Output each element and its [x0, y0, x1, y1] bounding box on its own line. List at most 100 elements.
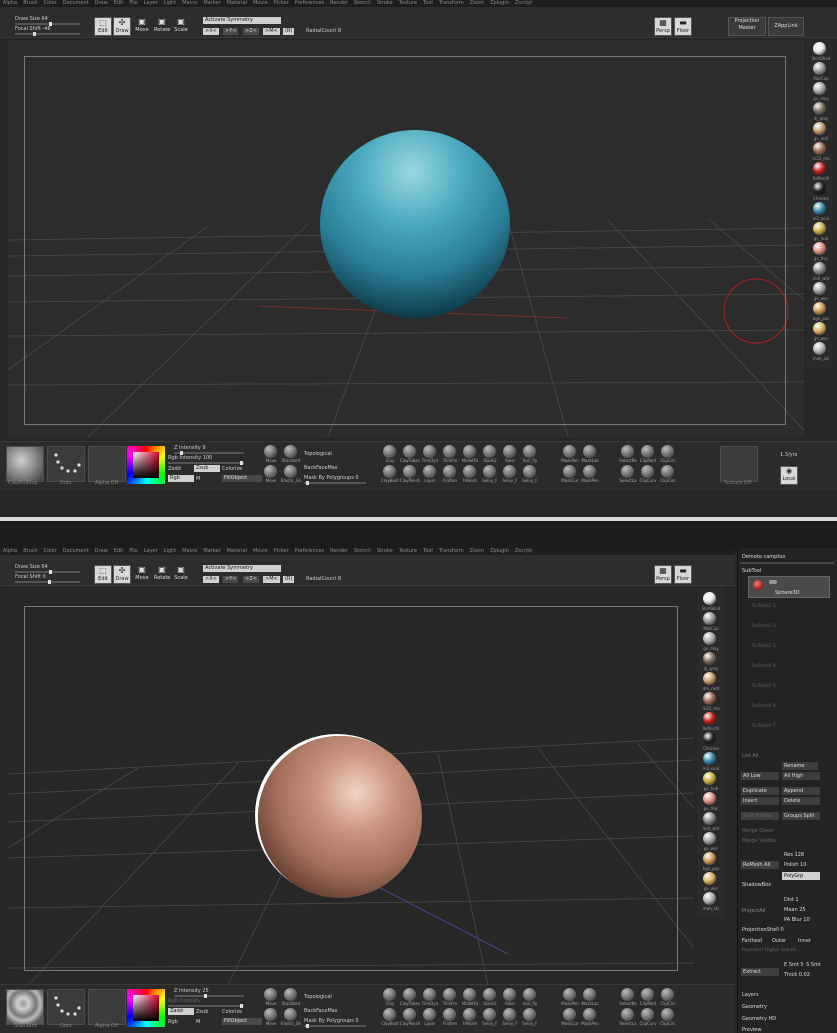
menu-item[interactable]: Edit [114, 548, 124, 554]
brush-icon[interactable] [483, 1008, 496, 1021]
focal-shift-slider[interactable] [15, 580, 80, 584]
menu-item[interactable]: Color [44, 0, 57, 6]
subtool-slot[interactable]: Subtool 5 [752, 683, 776, 689]
projection-master-button[interactable]: Projection Master [728, 17, 766, 36]
menu-item[interactable]: Transform [439, 0, 464, 6]
zapplink-button[interactable]: ZAppLink [768, 17, 804, 36]
menu-item[interactable]: Document [63, 0, 89, 6]
rgb-intensity-label[interactable]: Rgb Intensity 100 [168, 455, 212, 461]
eye-icon[interactable] [769, 580, 777, 584]
menu-item[interactable]: Material [227, 0, 247, 6]
menu-item[interactable]: Material [227, 548, 247, 554]
floor-button[interactable]: ▬ Floor [674, 565, 692, 584]
subtool-slot[interactable]: Subtool 7 [752, 723, 776, 729]
m-button[interactable]: M [196, 476, 200, 482]
projection-shell-slider[interactable]: ProjectionShell 0 [742, 927, 784, 933]
menu-item[interactable]: Zoom [470, 548, 484, 554]
menu-item[interactable]: Zplugin [490, 0, 509, 6]
material-swatch[interactable] [703, 812, 716, 825]
mask-polygroups-slider[interactable] [304, 481, 366, 485]
material-swatch[interactable] [813, 82, 826, 95]
menu-item[interactable]: Stencil [354, 0, 371, 6]
layers-section[interactable]: Layers [742, 992, 759, 998]
edit-button[interactable]: ⬚ Edit [94, 17, 112, 36]
topological-label[interactable]: Topological [304, 994, 332, 1000]
material-swatch[interactable] [703, 892, 716, 905]
menu-item[interactable]: Tool [423, 548, 433, 554]
brush-icon[interactable] [641, 465, 654, 478]
m-axis-button[interactable]: >M< [263, 576, 280, 583]
menu-item[interactable]: Macro [182, 0, 197, 6]
menu-item[interactable]: Color [44, 548, 57, 554]
x-axis-button[interactable]: >X< [203, 28, 219, 35]
canvas-viewport[interactable] [8, 588, 694, 985]
menu-item[interactable]: Marker [203, 548, 220, 554]
menu-item[interactable]: Brush [23, 0, 37, 6]
material-swatch[interactable] [703, 612, 716, 625]
rotate-button[interactable]: ▣ Rotate [154, 17, 170, 34]
remesh-all-button[interactable]: ReMesh All [741, 861, 779, 869]
radial-count-label[interactable]: RadialCount 8 [306, 576, 341, 582]
y-axis-button[interactable]: >Y< [223, 28, 239, 35]
alpha-thumbnail[interactable] [88, 446, 126, 482]
material-swatch[interactable] [703, 772, 716, 785]
colorize-button[interactable]: Colorize [222, 466, 242, 472]
brush-icon[interactable] [483, 988, 496, 1001]
brush-icon[interactable] [383, 465, 396, 478]
e-smt-slider[interactable]: E Smt 5 [784, 962, 804, 968]
brush-icon[interactable] [661, 445, 674, 458]
rotate-button[interactable]: ▣ Rotate [154, 565, 170, 582]
subtool-slot[interactable]: Subtool 1 [752, 603, 776, 609]
menu-item[interactable]: Layer [144, 548, 158, 554]
material-swatch[interactable] [703, 672, 716, 685]
material-swatch[interactable] [813, 42, 826, 55]
menu-item[interactable]: Brush [23, 548, 37, 554]
backface-mask-label[interactable]: BackFaceMas [304, 1008, 337, 1014]
brush-icon[interactable] [583, 988, 596, 1001]
material-swatch[interactable] [813, 302, 826, 315]
draw-size-label[interactable]: Draw Size 64 [15, 16, 48, 22]
brush-thumbnail[interactable] [6, 989, 44, 1025]
delete-button[interactable]: Delete [782, 797, 820, 805]
material-swatch[interactable] [703, 592, 716, 605]
menu-item[interactable]: Draw [95, 0, 108, 6]
brush-icon[interactable] [641, 445, 654, 458]
rgb-intensity-slider[interactable] [168, 1004, 244, 1008]
list-all-button[interactable]: List All [742, 753, 759, 759]
brush-icon[interactable] [661, 465, 674, 478]
rename-button[interactable]: Rename [782, 762, 818, 770]
brush-icon[interactable] [423, 465, 436, 478]
color-picker[interactable] [127, 446, 165, 484]
material-swatch[interactable] [813, 142, 826, 155]
menu-item[interactable]: Movie [253, 548, 268, 554]
brush-icon[interactable] [583, 1008, 596, 1021]
menu-item[interactable]: Edit [114, 0, 124, 6]
radial-count-label[interactable]: RadialCount 8 [306, 28, 341, 34]
menu-item[interactable]: Stroke [377, 0, 393, 6]
brush-icon[interactable] [264, 445, 277, 458]
brush-icon[interactable] [403, 1008, 416, 1021]
texture-thumbnail[interactable] [720, 446, 758, 482]
z-intensity-label[interactable]: Z Intensity 9 [174, 445, 206, 451]
menu-item[interactable]: File [129, 0, 137, 6]
reproject-button[interactable]: Reproject Higher Subdiv [742, 948, 796, 953]
preview-section[interactable]: Preview [742, 1027, 761, 1033]
brush-icon[interactable] [483, 445, 496, 458]
brush-icon[interactable] [443, 1008, 456, 1021]
edit-button[interactable]: ⬚ Edit [94, 565, 112, 584]
subtool-slot[interactable]: Subtool 2 [752, 623, 776, 629]
pa-blur-slider[interactable]: PA Blur 10 [784, 917, 810, 923]
menu-item[interactable]: Texture [399, 0, 417, 6]
brush-icon[interactable] [563, 988, 576, 1001]
all-low-button[interactable]: All Low [741, 772, 779, 780]
subtool-slot[interactable]: Subtool 6 [752, 703, 776, 709]
brush-icon[interactable] [523, 445, 536, 458]
brush-icon[interactable] [523, 465, 536, 478]
local-button[interactable]: ◉ Local [780, 466, 798, 485]
brush-icon[interactable] [563, 465, 576, 478]
scale-button[interactable]: ▣ Scale [173, 565, 189, 582]
brush-icon[interactable] [463, 445, 476, 458]
menu-item[interactable]: Layer [144, 0, 158, 6]
alpha-thumbnail[interactable] [88, 989, 126, 1025]
material-swatch[interactable] [813, 222, 826, 235]
